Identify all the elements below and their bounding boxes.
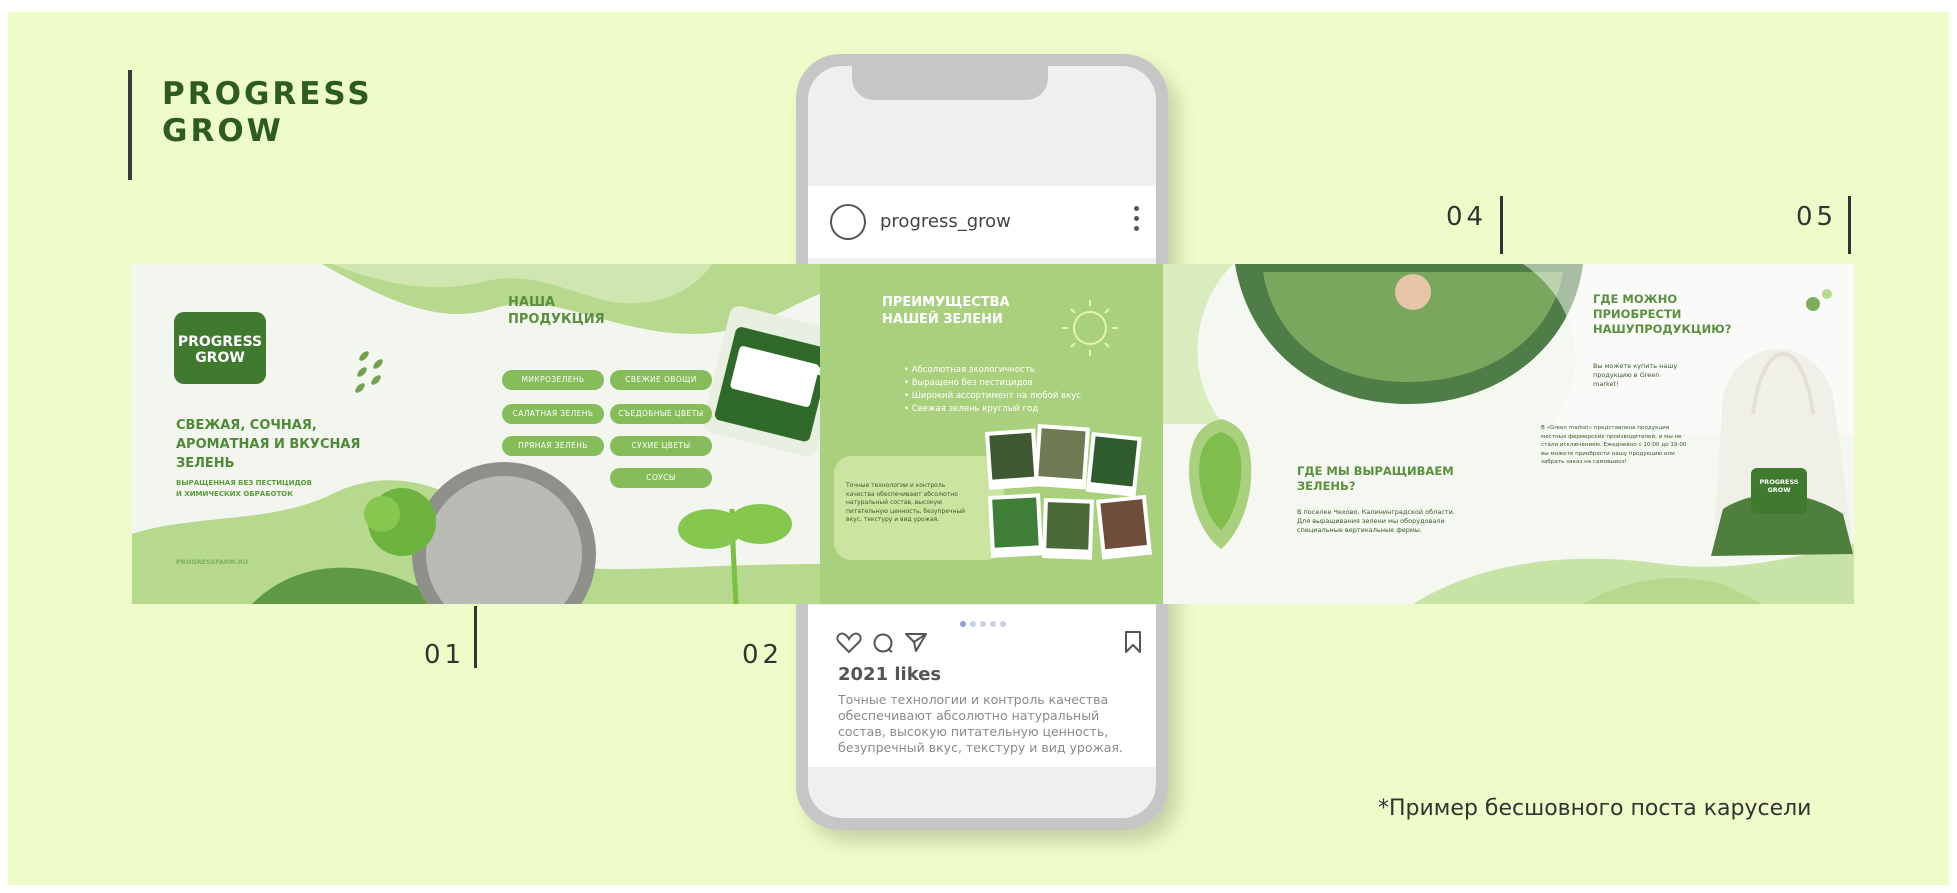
step-01-marker (474, 606, 477, 668)
step-05: 05 (1796, 202, 1838, 232)
slide2-title-line1: НАША (508, 295, 556, 310)
benefit-item: • Абсолютная экологичность (904, 365, 1035, 375)
slide4-text: В поселке Чехово, Калининградской област… (1297, 508, 1455, 534)
product-chip: САЛАТНАЯ ЗЕЛЕНЬ (502, 404, 604, 424)
product-chip: СУХИЕ ЦВЕТЫ (610, 436, 712, 456)
product-chip: СВЕЖИЕ ОВОЩИ (610, 370, 712, 390)
slide4-title-line2: ЗЕЛЕНЬ? (1297, 479, 1356, 493)
slide3-title: ПРЕИМУЩЕСТВА НАШЕЙ ЗЕЛЕНИ (882, 294, 1010, 328)
brand-divider (128, 70, 132, 180)
post-caption: Точные технологии и контроль качества об… (838, 692, 1123, 755)
phone-notch (852, 54, 1048, 100)
product-chip: СОУСЫ (610, 468, 712, 488)
slide1-subheadline: ВЫРАЩЕННАЯ БЕЗ ПЕСТИЦИДОВ И ХИМИЧЕСКИХ О… (176, 478, 312, 500)
carousel-strip: PROGRESS GROW СВЕЖАЯ, СОЧНАЯ, АРОМАТНАЯ … (132, 264, 1854, 604)
step-04: 04 (1446, 202, 1488, 232)
slide1-logo-line1: PROGRESS (177, 334, 263, 350)
comment-icon[interactable] (872, 632, 894, 654)
slide4-title: ГДЕ МЫ ВЫРАЩИВАЕМ ЗЕЛЕНЬ? (1297, 464, 1454, 494)
carousel-panel-2: ПРЕИМУЩЕСТВА НАШЕЙ ЗЕЛЕНИ • Абсолютная э… (820, 264, 1163, 604)
step-04-marker (1500, 196, 1503, 254)
slide5-title-line1: ГДЕ МОЖНО (1593, 292, 1678, 306)
step-02: 02 (742, 640, 784, 670)
bag-logo-line1: PROGRESS (1759, 478, 1799, 486)
avatar[interactable] (830, 204, 866, 240)
carousel-footnote: *Пример бесшовного поста карусели (1378, 796, 1812, 821)
slide3-title-line2: НАШЕЙ ЗЕЛЕНИ (882, 312, 1003, 327)
slide3-box-text: Точные технологии и контроль качества об… (846, 482, 966, 523)
brand-title-line1: PROGRESS (162, 76, 373, 112)
slide1-logo: PROGRESS GROW (174, 312, 266, 384)
slide1-headline-line1: СВЕЖАЯ, СОЧНАЯ, (176, 418, 317, 433)
post-username[interactable]: progress_grow (880, 211, 1011, 232)
bag-logo-line2: GROW (1767, 486, 1791, 494)
product-chip: ПРЯНАЯ ЗЕЛЕНЬ (502, 436, 604, 456)
share-icon[interactable] (904, 631, 928, 653)
slide5-title: ГДЕ МОЖНО ПРИОБРЕСТИ НАШУПРОДУКЦИЮ? (1593, 292, 1731, 337)
slide1-site: PROGRESSFARM.RU (176, 558, 249, 566)
product-chip: СЪЕДОБНЫЕ ЦВЕТЫ (610, 404, 712, 424)
more-options-icon[interactable] (1134, 206, 1140, 234)
slide2-title: НАША ПРОДУКЦИЯ (508, 294, 605, 328)
slide1-headline-line2: АРОМАТНАЯ И ВКУСНАЯ (176, 437, 361, 452)
panel-3-shapes (1163, 264, 1854, 604)
bag-logo: PROGRESS GROW (1755, 478, 1803, 494)
brand-title: PROGRESS GROW (162, 76, 373, 150)
slide2-title-line2: ПРОДУКЦИЯ (508, 312, 605, 327)
step-01: 01 (424, 640, 466, 670)
bookmark-icon[interactable] (1124, 630, 1142, 654)
slide1-headline-line3: ЗЕЛЕНЬ (176, 456, 235, 471)
benefit-item: • Широкий ассортимент на любой вкус (904, 391, 1081, 401)
benefit-item: • Выращено без пестицидов (904, 378, 1033, 388)
carousel-pagination (960, 612, 1020, 627)
slide5-title-line3: НАШУПРОДУКЦИЮ? (1593, 322, 1732, 336)
slide4-title-line1: ГДЕ МЫ ВЫРАЩИВАЕМ (1297, 464, 1454, 478)
slide1-sub-line1: ВЫРАЩЕННАЯ БЕЗ ПЕСТИЦИДОВ (176, 479, 312, 487)
product-chip: МИКРОЗЕЛЕНЬ (502, 370, 604, 390)
heart-icon[interactable] (836, 632, 862, 654)
carousel-panel-1: PROGRESS GROW СВЕЖАЯ, СОЧНАЯ, АРОМАТНАЯ … (132, 264, 820, 604)
step-05-marker (1848, 196, 1851, 254)
slide3-title-line1: ПРЕИМУЩЕСТВА (882, 295, 1010, 310)
slide5-intro: Вы можете купить нашу продукцию в Green … (1593, 362, 1678, 388)
slide3-bullets: • Абсолютная экологичность • Выращено бе… (904, 364, 1081, 416)
likes-count: 2021 likes (838, 664, 942, 685)
slide5-body: В «Green market» представлена продукция … (1541, 425, 1687, 465)
slide1-logo-line2: GROW (195, 350, 245, 366)
carousel-panel-3: ГДЕ МЫ ВЫРАЩИВАЕМ ЗЕЛЕНЬ? В поселке Чехо… (1163, 264, 1854, 604)
slide1-sub-line2: И ХИМИЧЕСКИХ ОБРАБОТОК (176, 490, 293, 498)
benefit-item: • Свежая зелень круглый год (904, 404, 1039, 414)
slide5-title-line2: ПРИОБРЕСТИ (1593, 307, 1682, 321)
brand-title-line2: GROW (162, 113, 284, 149)
slide1-headline: СВЕЖАЯ, СОЧНАЯ, АРОМАТНАЯ И ВКУСНАЯ ЗЕЛЕ… (176, 416, 360, 473)
